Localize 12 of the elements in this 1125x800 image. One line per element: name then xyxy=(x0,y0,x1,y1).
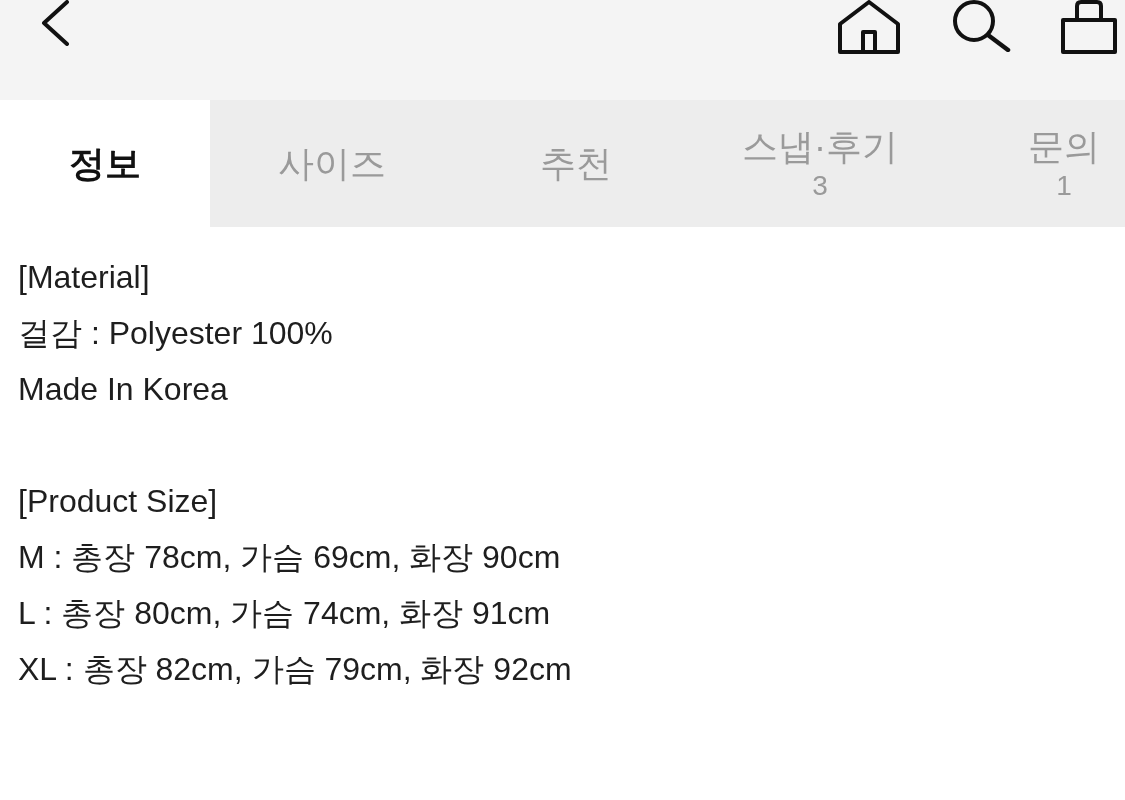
description-text: L : 총장 80cm, 가슴 74cm, 화장 91cm xyxy=(18,594,551,633)
description-text: Made In Korea xyxy=(18,370,228,409)
description-text: 걸감 : Polyester 100% xyxy=(18,314,333,353)
shopping-bag-icon[interactable] xyxy=(1060,0,1118,54)
description-text: [Material] xyxy=(18,258,150,297)
description-text: [Product Size] xyxy=(18,482,218,521)
description-text: M : 총장 78cm, 가슴 69cm, 화장 90cm xyxy=(18,538,561,577)
back-icon[interactable] xyxy=(40,0,70,46)
description-text: XL : 총장 82cm, 가슴 79cm, 화장 92cm xyxy=(18,650,572,689)
tab[interactable]: 정보 xyxy=(0,100,210,227)
search-icon[interactable] xyxy=(950,0,1012,52)
home-icon[interactable] xyxy=(836,0,902,54)
